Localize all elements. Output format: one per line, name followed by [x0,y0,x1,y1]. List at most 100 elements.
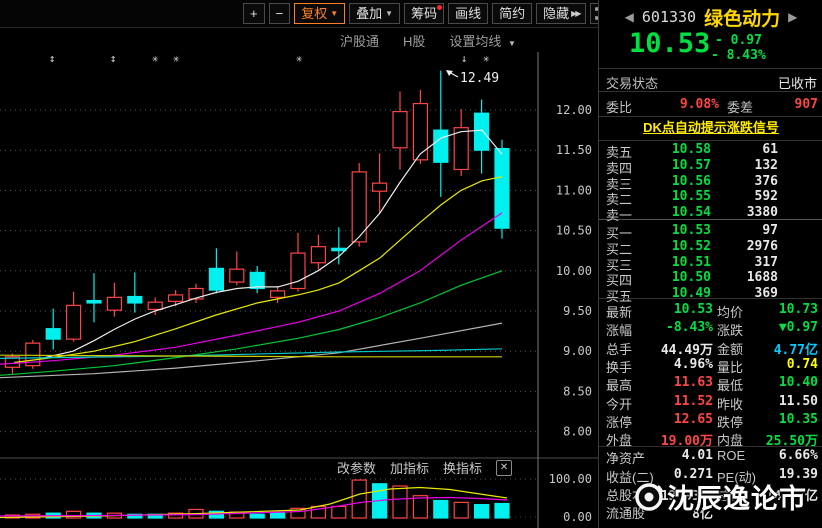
sell-row-3[interactable]: 卖三10.56376 [599,174,822,190]
stat-value: 10.53 [674,302,713,317]
vol-axis-label: 100.00 [549,472,592,486]
candle-body [332,248,346,250]
volume-bar [352,480,366,518]
switch-indicator-link[interactable]: 换指标 [443,458,482,477]
level-price: 10.55 [672,189,711,204]
hide-button-label: 隐藏 [543,4,569,23]
stat-label: 金额 [717,339,743,358]
candle-body [250,272,264,288]
high-price-annotation: 12.49 [460,71,499,86]
buy-row-2[interactable]: 买二10.522976 [599,239,822,255]
toolbar-buttons: +−复权▼叠加▼筹码画线简约隐藏▶▶ [243,3,612,24]
zoom-out-button[interactable]: − [269,3,291,24]
stat-value: 12.65 [674,412,713,427]
hshare-link[interactable]: H股 [403,31,425,50]
stats-row-2: 总手44.49万金额4.77亿 [599,339,822,357]
stat-value: 10.40 [779,375,818,390]
add-indicator-link[interactable]: 加指标 [390,458,429,477]
ma-line-ma250 [0,355,502,357]
volume-bar [250,514,264,518]
stat-label: 跌停 [717,412,743,431]
sell-row-1[interactable]: 卖一10.543380 [599,205,822,221]
sell-row-4[interactable]: 卖四10.57132 [599,158,822,174]
ma-line-ma10 [14,177,502,363]
volume-bar [475,505,489,518]
simple-mode-button[interactable]: 简约 [492,3,532,24]
volume-bar [495,503,509,518]
simple-mode-button-label: 简约 [499,4,525,23]
stats-row-3: 换手4.96%量比0.74 [599,357,822,375]
ma-line-ma5 [45,130,502,358]
stat-value: 0.74 [787,357,818,372]
adjust-price-button-label: 复权 [301,4,327,23]
divider [599,446,822,447]
stat-label: 换手 [606,357,632,376]
candle-body [393,112,407,148]
sell-row-5[interactable]: 卖五10.5861 [599,142,822,158]
level-price: 10.54 [672,205,711,220]
level-volume: 317 [755,255,778,270]
event-marker-icon: ✳ [483,52,490,65]
kline-chart[interactable]: 12.0011.5011.0010.5010.009.509.008.508.0… [0,0,598,528]
draw-line-button[interactable]: 画线 [448,3,488,24]
buy-row-3[interactable]: 买三10.51317 [599,255,822,271]
zoom-in-button[interactable]: + [243,3,265,24]
chevron-down-icon: ▼ [330,4,338,23]
zoom-out-button-label: − [276,4,284,23]
level-volume: 132 [755,158,778,173]
stats-row-1: 涨幅-8.43%涨跌▼0.97 [599,320,822,338]
y-axis-label: 10.00 [556,264,592,278]
level-price: 10.52 [672,239,711,254]
market-links-bar: 沪股通 H股 设置均线 ▼ [340,31,516,50]
level-volume: 376 [755,174,778,189]
level-price: 10.50 [672,270,711,285]
candle-body [87,301,101,303]
stock-header: ◀ 601330 绿色动力 ▶ [599,6,822,28]
candle-body [169,295,183,301]
stats-row-8: 净资产4.01ROE6.66% [599,448,822,466]
sell-row-2[interactable]: 卖二10.55592 [599,189,822,205]
level-price: 10.57 [672,158,711,173]
change-params-link[interactable]: 改参数 [337,458,376,477]
trade-status-row: 交易状态 已收市 [599,69,822,91]
buy-row-4[interactable]: 买四10.501688 [599,270,822,286]
y-axis-label: 8.00 [563,425,592,439]
stat-label: 涨幅 [606,320,632,339]
event-marker-icon: ↓ [461,52,468,65]
trade-status-label: 交易状态 [606,73,658,92]
volume-bar [271,513,285,518]
close-indicator-button[interactable]: ✕ [496,460,512,476]
adjust-price-button[interactable]: 复权▼ [294,3,345,24]
weicha-value: 907 [795,97,818,112]
stats-row-0: 最新10.53均价10.73 [599,302,822,320]
chips-button[interactable]: 筹码 [404,3,444,24]
buy-row-5[interactable]: 买五10.49369 [599,286,822,302]
stat-label: 最低 [717,375,743,394]
stat-label: 净资产 [606,448,645,467]
level-volume: 592 [755,189,778,204]
stat-value: 4.01 [682,448,713,463]
stock-code: 601330 [642,8,696,26]
dk-signal-link[interactable]: DK点自动提示涨跌信号 [643,120,779,135]
candle-body [311,247,325,263]
chevron-down-icon: ▼ [508,39,516,48]
overlay-button[interactable]: 叠加▼ [349,3,400,24]
order-book: 卖五10.5861卖四10.57132卖三10.56376卖二10.55592卖… [599,140,822,298]
candle-body [230,269,244,282]
stat-value: 11.63 [674,375,713,390]
buy-row-1[interactable]: 买一10.5397 [599,223,822,239]
stat-value: 10.73 [779,302,818,317]
hugutong-link[interactable]: 沪股通 [340,31,379,50]
level-volume: 3380 [747,205,778,220]
level-volume: 1688 [747,270,778,285]
stat-value: 11.50 [779,394,818,409]
hide-button[interactable]: 隐藏▶▶ [536,3,586,24]
red-dot-badge [437,5,442,10]
prev-stock-arrow[interactable]: ◀ [625,10,634,24]
zoom-in-button-label: + [250,4,258,23]
price-change-percent: - 8.43% [711,48,766,63]
stock-app-window: 12.0011.5011.0010.5010.009.509.008.508.0… [0,0,822,528]
next-stock-arrow[interactable]: ▶ [788,10,797,24]
ma-settings-link[interactable]: 设置均线 ▼ [449,31,516,50]
event-marker-icon: ✳ [173,52,180,65]
